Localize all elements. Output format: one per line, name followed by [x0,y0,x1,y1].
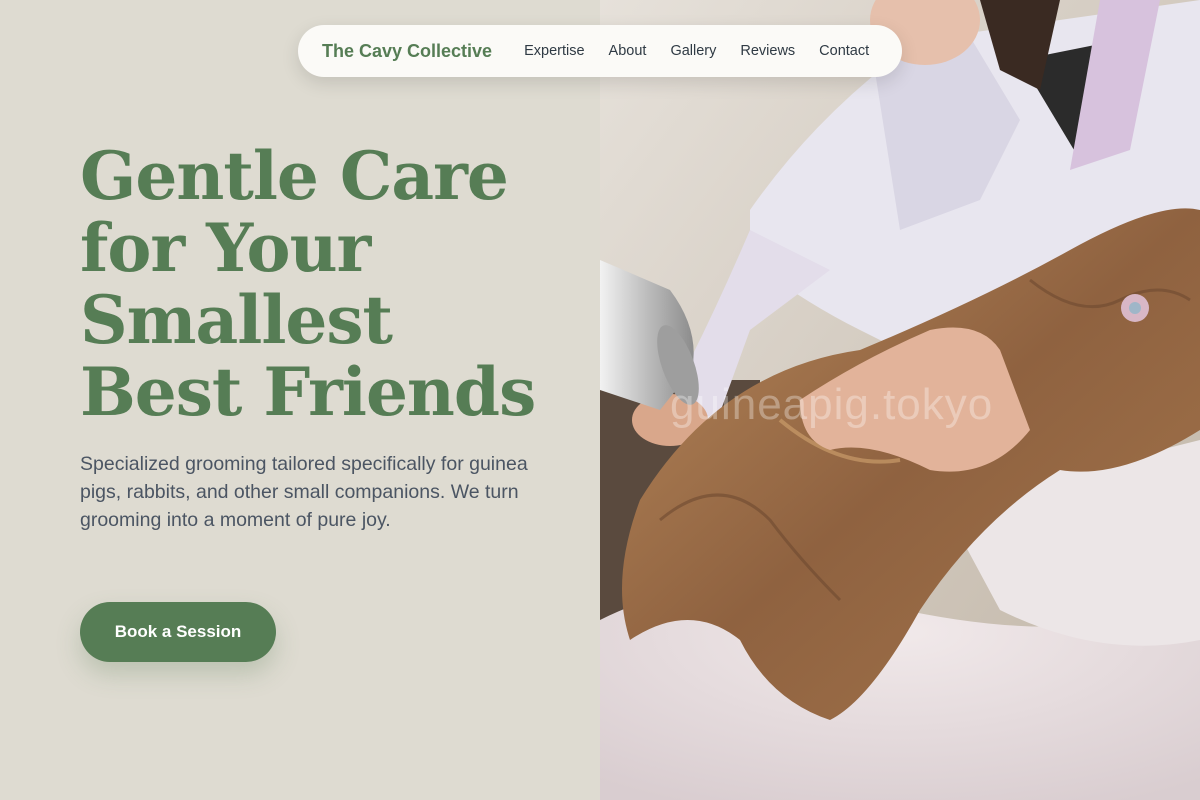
nav-link-reviews[interactable]: Reviews [740,43,795,59]
nav-link-expertise[interactable]: Expertise [524,43,584,59]
hero-title: Gentle Care for Your Smallest Best Frien… [80,140,580,428]
nav-link-gallery[interactable]: Gallery [670,43,716,59]
brand-logo[interactable]: The Cavy Collective [322,41,492,62]
top-navigation: The Cavy Collective Expertise About Gall… [298,25,902,77]
photo-watermark: guineapig.tokyo [670,380,994,429]
hero-left-panel: Gentle Care for Your Smallest Best Frien… [0,0,600,800]
hero-title-line-1: Gentle Care [80,137,509,215]
hero-title-line-3: Smallest [80,281,393,359]
book-session-button[interactable]: Book a Session [80,602,276,662]
nav-link-contact[interactable]: Contact [819,43,869,59]
hero-photo: guineapig.tokyo [600,0,1200,800]
hero-title-line-4: Best Friends [80,353,536,431]
nav-link-about[interactable]: About [609,43,647,59]
nav-links: Expertise About Gallery Reviews Contact [524,43,869,59]
hero-subtitle: Specialized grooming tailored specifical… [80,453,528,531]
hero-title-line-2: for Your [80,209,371,287]
